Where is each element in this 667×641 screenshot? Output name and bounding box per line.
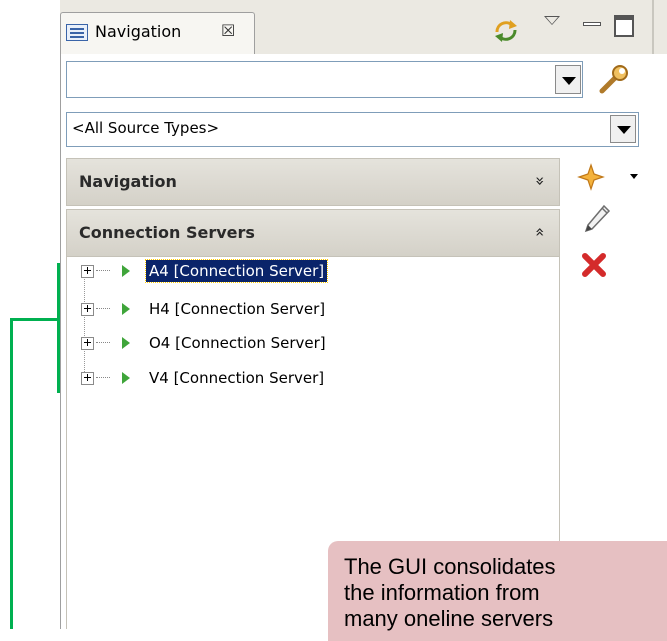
navigation-view-icon (66, 24, 88, 41)
annotation-bracket (57, 263, 60, 393)
search-input[interactable] (71, 67, 555, 93)
connection-servers-section-header[interactable]: Connection Servers « (66, 209, 560, 257)
expand-plus-icon[interactable] (81, 372, 94, 385)
server-running-icon (122, 337, 130, 349)
navigation-section-header[interactable]: Navigation » (66, 158, 560, 206)
tree-item-label: A4 [Connection Server] (144, 259, 329, 283)
server-running-icon (122, 265, 130, 277)
view-menu-icon[interactable] (544, 16, 560, 25)
annotation-connector (10, 318, 60, 321)
expand-plus-icon[interactable] (81, 303, 94, 316)
maximize-icon[interactable] (614, 15, 634, 37)
close-view-icon[interactable]: ☒ (221, 21, 235, 41)
tree-item-a4[interactable]: A4 [Connection Server] (78, 258, 408, 286)
expand-plus-icon[interactable] (81, 265, 94, 278)
expand-chevron-icon[interactable]: » (530, 176, 550, 186)
tree-item-h4[interactable]: H4 [Connection Server] (78, 296, 408, 324)
annotation-connector (10, 318, 13, 629)
search-dropdown-button[interactable] (555, 65, 581, 94)
tree-item-label: H4 [Connection Server] (149, 300, 326, 318)
new-star-icon[interactable] (577, 163, 605, 191)
collapse-chevron-icon[interactable]: « (530, 227, 550, 237)
tree-item-label: V4 [Connection Server] (149, 369, 325, 387)
source-type-dropdown-button[interactable] (610, 115, 636, 143)
new-dropdown-arrow-icon[interactable] (630, 174, 638, 179)
edit-pencil-icon[interactable] (582, 203, 612, 235)
source-type-value: <All Source Types> (72, 119, 220, 137)
tree-item-o4[interactable]: O4 [Connection Server] (78, 330, 408, 358)
callout-text: The GUI consolidates the information fro… (344, 554, 556, 631)
search-wrench-icon[interactable] (596, 63, 630, 97)
delete-x-icon[interactable] (581, 252, 607, 278)
navigation-section-title: Navigation (79, 172, 177, 191)
minimize-icon[interactable] (583, 22, 601, 26)
annotation-callout: The GUI consolidates the information fro… (328, 541, 667, 641)
connection-servers-section-title: Connection Servers (79, 223, 255, 242)
expand-plus-icon[interactable] (81, 337, 94, 350)
server-running-icon (122, 372, 130, 384)
sync-icon[interactable] (493, 18, 519, 44)
server-running-icon (122, 303, 130, 315)
search-combo[interactable] (66, 61, 583, 98)
tree-item-label: O4 [Connection Server] (149, 334, 326, 352)
tree-item-v4[interactable]: V4 [Connection Server] (78, 365, 408, 393)
view-tab-title: Navigation (95, 22, 182, 41)
